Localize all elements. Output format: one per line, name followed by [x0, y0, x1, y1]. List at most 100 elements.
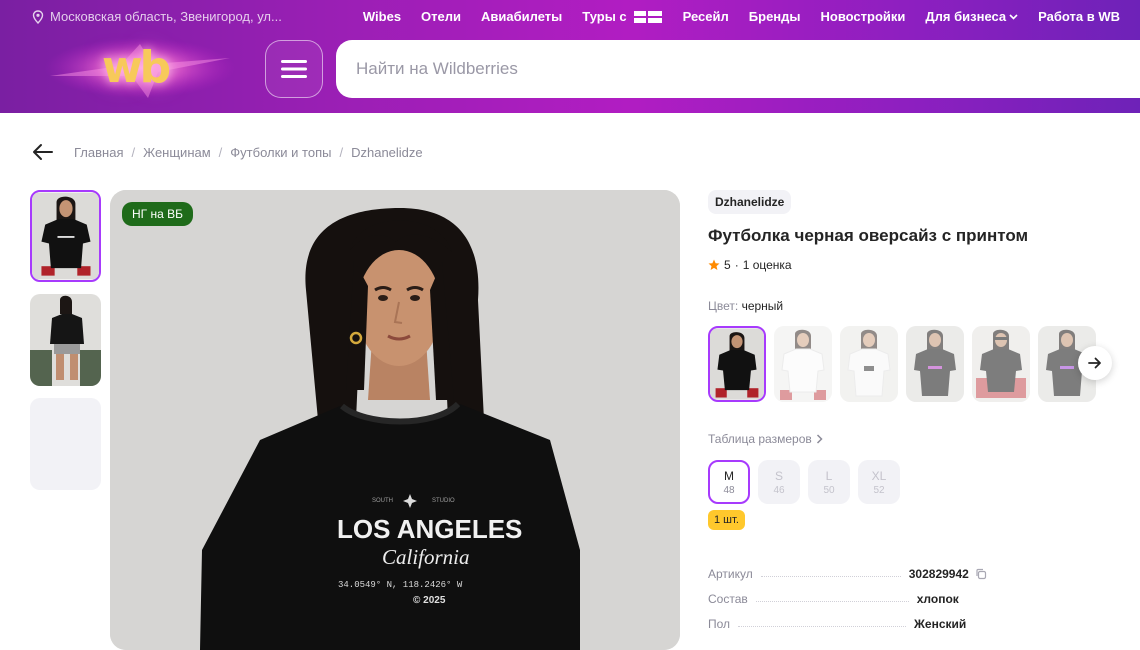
print-line2: California — [382, 545, 470, 569]
top-bar: Московская область, Звенигород, ул... Wi… — [0, 0, 1140, 34]
size-option-xl[interactable]: XL 52 — [858, 460, 900, 504]
svg-text:SOUTH: SOUTH — [372, 498, 393, 504]
rating-value: 5 — [724, 258, 731, 272]
location-pin-icon — [32, 9, 44, 24]
size-number: 48 — [723, 484, 735, 496]
size-letter: XL — [871, 468, 887, 483]
spec-value: Женский — [914, 617, 967, 631]
model-photo-thumbnail — [30, 294, 101, 386]
color-swatches — [708, 326, 1128, 402]
location-text: Московская область, Звенигород, ул... — [50, 9, 282, 24]
product-rating[interactable]: 5 · 1 оценка — [708, 258, 1128, 272]
logo-text: wb — [102, 42, 171, 93]
color-swatch-black[interactable] — [708, 326, 766, 402]
print-year: © 2025 — [413, 595, 446, 606]
size-table-link[interactable]: Таблица размеров — [708, 432, 1128, 446]
size-option-s[interactable]: S 46 — [758, 460, 800, 504]
fun-sun-logo-icon — [633, 10, 662, 23]
product-info: Dzhanelidze Футболка черная оверсайз с п… — [708, 190, 1128, 631]
svg-text:STUDIO: STUDIO — [432, 498, 455, 504]
product-specs: Артикул 302829942 Состав хлопок Пол Женс… — [708, 556, 1108, 631]
spec-leader — [755, 601, 909, 602]
swatch-photo — [710, 328, 764, 400]
spec-key: Состав — [708, 592, 748, 606]
size-letter: L — [825, 468, 833, 483]
product-title: Футболка черная оверсайз с принтом — [708, 226, 1029, 245]
nav-link-business[interactable]: Для бизнеса — [925, 9, 1018, 24]
swatch-photo — [972, 326, 1030, 402]
color-swatch-white-2[interactable] — [840, 326, 898, 402]
spec-leader — [760, 576, 901, 577]
nav-link-new-buildings[interactable]: Новостройки — [821, 9, 906, 24]
breadcrumb-separator: / — [218, 144, 223, 160]
chevron-down-icon — [1009, 13, 1018, 20]
back-arrow-icon[interactable] — [32, 143, 54, 161]
size-selector: M 48 S 46 L 50 XL 52 — [708, 460, 1128, 504]
color-value: черный — [741, 299, 784, 313]
delivery-location[interactable]: Московская область, Звенигород, ул... — [32, 9, 282, 24]
swatch-photo — [906, 326, 964, 402]
nav-link-jobs[interactable]: Работа в WB — [1038, 9, 1120, 24]
nav-link-resale[interactable]: Ресейл — [683, 9, 729, 24]
promo-badge: НГ на ВБ — [122, 202, 194, 226]
wb-logo[interactable]: wb — [40, 36, 240, 106]
color-swatch-black-3[interactable] — [972, 326, 1030, 402]
gallery-thumbnail-2[interactable] — [30, 294, 101, 386]
size-number: 50 — [823, 484, 835, 496]
star-icon — [708, 259, 720, 270]
rating-dot: · — [734, 258, 739, 272]
size-letter: S — [774, 468, 783, 483]
spec-value: 302829942 — [909, 567, 987, 581]
breadcrumb-women[interactable]: Женщинам — [143, 145, 211, 160]
spec-row-composition: Состав хлопок — [708, 581, 1108, 606]
gallery-thumbnail-3[interactable] — [30, 398, 101, 490]
color-swatch-white[interactable] — [774, 326, 832, 402]
breadcrumb-separator: / — [339, 144, 344, 160]
swatches-next-button[interactable] — [1078, 346, 1112, 380]
nav-link-new-buildings-label: Новостройки — [820, 9, 906, 24]
size-table-label: Таблица размеров — [708, 432, 812, 446]
arrow-right-icon — [1088, 357, 1101, 369]
copy-icon[interactable] — [975, 568, 987, 580]
print-coords: 34.0549° N, 118.2426° W — [338, 580, 463, 590]
breadcrumb-home[interactable]: Главная — [74, 145, 123, 160]
nav-link-tours-label: Туры с — [582, 9, 627, 24]
chevron-right-icon — [816, 434, 823, 444]
color-swatch-black-2[interactable] — [906, 326, 964, 402]
stock-badge: 1 шт. — [708, 510, 745, 530]
model-photo: SOUTH STUDIO LOS ANGELES California 34.0… — [110, 190, 680, 650]
spec-value: хлопок — [916, 592, 959, 606]
main-product-photo[interactable]: SOUTH STUDIO LOS ANGELES California 34.0… — [110, 190, 680, 650]
gallery-thumbnails — [30, 190, 102, 502]
size-number: 52 — [873, 484, 885, 496]
spec-leader — [738, 626, 907, 627]
nav-link-business-label: Для бизнеса — [925, 9, 1007, 24]
nav-link-wibes[interactable]: Wibes — [363, 9, 401, 24]
spec-row-gender: Пол Женский — [708, 606, 1108, 631]
model-photo-thumbnail — [32, 192, 99, 280]
nav-link-hotels[interactable]: Отели — [421, 9, 461, 24]
nav-link-flights[interactable]: Авиабилеты — [481, 9, 562, 24]
swatch-photo — [774, 326, 832, 402]
nav-link-tours[interactable]: Туры с — [582, 9, 662, 24]
top-navigation: Wibes Отели Авиабилеты Туры с Ресейл Бре… — [363, 9, 1120, 24]
color-label-row: Цвет: черный — [708, 299, 1128, 313]
breadcrumb-tshirts[interactable]: Футболки и топы — [230, 145, 331, 160]
breadcrumb-brand[interactable]: Dzhanelidze — [351, 145, 423, 160]
size-option-m[interactable]: M 48 — [708, 460, 750, 504]
catalog-menu-button[interactable] — [265, 40, 323, 98]
search-input[interactable] — [336, 40, 1140, 98]
article-number: 302829942 — [908, 567, 969, 581]
nav-link-brands[interactable]: Бренды — [749, 9, 801, 24]
spec-key: Артикул — [708, 567, 753, 581]
hamburger-icon — [281, 60, 307, 78]
size-number: 46 — [773, 484, 785, 496]
breadcrumb-separator: / — [131, 144, 136, 160]
reviews-count: 1 оценка — [742, 258, 792, 272]
print-line1: LOS ANGELES — [337, 514, 522, 544]
color-label: Цвет: — [708, 299, 739, 313]
breadcrumb: Главная / Женщинам / Футболки и топы / D… — [32, 143, 423, 161]
brand-chip[interactable]: Dzhanelidze — [708, 190, 792, 214]
gallery-thumbnail-1[interactable] — [30, 190, 101, 282]
size-option-l[interactable]: L 50 — [808, 460, 850, 504]
